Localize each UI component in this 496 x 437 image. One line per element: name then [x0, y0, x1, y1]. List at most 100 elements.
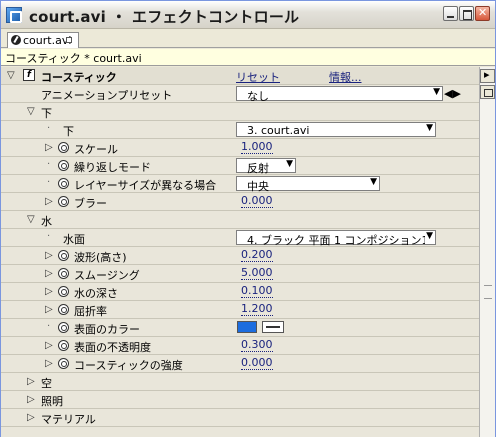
- app-icon: [6, 7, 22, 23]
- water-surface-value: 4. ブラック 平面 1 コンポジション1: [247, 234, 425, 247]
- bullet-icon: ·: [47, 123, 51, 134]
- reset-link[interactable]: リセット: [236, 69, 280, 85]
- group-lighting-row[interactable]: 照明: [1, 391, 479, 409]
- scale-row: スケール 1.000: [1, 139, 479, 157]
- group-lighting-label: 照明: [41, 395, 63, 408]
- stopwatch-icon[interactable]: [58, 250, 69, 261]
- expand-effect-twirl-icon[interactable]: [7, 70, 15, 81]
- stopwatch-icon[interactable]: [58, 322, 69, 333]
- expand-blur-twirl-icon[interactable]: [45, 196, 53, 207]
- blur-row: ブラー 0.000: [1, 193, 479, 211]
- repeat-mode-dropdown[interactable]: 反射 ▼: [236, 158, 296, 175]
- stopwatch-icon[interactable]: [58, 304, 69, 315]
- tab-label: court.avi: [23, 34, 72, 47]
- maximize-button[interactable]: [459, 6, 474, 21]
- caustics-strength-value[interactable]: 0.000: [241, 357, 273, 370]
- expand-bottom-twirl-icon[interactable]: [27, 106, 35, 117]
- surface-opacity-value[interactable]: 0.300: [241, 339, 273, 352]
- stopwatch-icon[interactable]: [58, 286, 69, 297]
- panel-options-icon[interactable]: [480, 85, 495, 99]
- refraction-value[interactable]: 1.200: [241, 303, 273, 316]
- tab-menu-icon[interactable]: [66, 37, 72, 43]
- bottom-source-value: 3. court.avi: [247, 124, 310, 137]
- repeat-mode-value: 反射: [247, 162, 269, 175]
- preset-value: なし: [247, 90, 269, 103]
- eyedropper-icon[interactable]: [262, 321, 284, 333]
- stopwatch-icon[interactable]: [58, 196, 69, 207]
- expand-lighting-twirl-icon[interactable]: [27, 394, 35, 405]
- group-bottom-row[interactable]: 下: [1, 103, 479, 121]
- close-icon: ✕: [478, 6, 488, 19]
- expand-material-twirl-icon[interactable]: [27, 412, 35, 423]
- blur-label: ブラー: [74, 197, 107, 210]
- group-sky-row[interactable]: 空: [1, 373, 479, 391]
- effect-name: コースティック: [41, 71, 117, 84]
- blur-value[interactable]: 0.000: [241, 195, 273, 208]
- about-link[interactable]: 情報...: [329, 69, 362, 85]
- stopwatch-icon[interactable]: [58, 160, 69, 171]
- chevron-down-icon: ▼: [370, 177, 377, 187]
- vertical-scrollbar[interactable]: [479, 67, 495, 437]
- group-water-row[interactable]: 水: [1, 211, 479, 229]
- tab-row: court.avi: [1, 30, 495, 48]
- window-title: court.avi ・ エフェクトコントロール: [29, 8, 300, 26]
- effect-property-list: f コースティック リセット 情報... アニメーションプリセット なし ▼ ◀…: [1, 67, 479, 437]
- wave-height-label: 波形(高さ): [74, 251, 127, 264]
- smoothing-row: スムージング 5.000: [1, 265, 479, 283]
- stopwatch-icon[interactable]: [58, 142, 69, 153]
- bullet-icon: ·: [47, 231, 51, 242]
- water-depth-row: 水の深さ 0.100: [1, 283, 479, 301]
- effect-header-row[interactable]: f コースティック リセット 情報...: [1, 67, 479, 85]
- chevron-down-icon: ▼: [433, 87, 440, 97]
- expand-opacity-twirl-icon[interactable]: [45, 340, 53, 351]
- group-water-label: 水: [41, 215, 52, 228]
- effect-tab-icon: [11, 35, 21, 45]
- water-surface-dropdown[interactable]: 4. ブラック 平面 1 コンポジション1 ▼: [236, 230, 436, 247]
- expand-water-twirl-icon[interactable]: [27, 214, 35, 225]
- preset-label: アニメーションプリセット: [41, 89, 173, 102]
- bullet-icon: ·: [47, 321, 51, 332]
- stopwatch-icon[interactable]: [58, 268, 69, 279]
- panel-menu-icon[interactable]: [480, 68, 495, 83]
- water-surface-row: · 水面 4. ブラック 平面 1 コンポジション1 ▼: [1, 229, 479, 247]
- scale-value[interactable]: 1.000: [241, 141, 273, 154]
- bullet-icon: ·: [47, 159, 51, 170]
- expand-sky-twirl-icon[interactable]: [27, 376, 35, 387]
- wave-height-value[interactable]: 0.200: [241, 249, 273, 262]
- surface-opacity-label: 表面の不透明度: [74, 341, 151, 354]
- preset-dropdown[interactable]: なし ▼: [236, 86, 443, 103]
- expand-refraction-twirl-icon[interactable]: [45, 304, 53, 315]
- refraction-label: 屈折率: [74, 305, 107, 318]
- title-bar[interactable]: court.avi ・ エフェクトコントロール ✕: [1, 1, 495, 29]
- minimize-button[interactable]: [443, 6, 458, 21]
- expand-smoothing-twirl-icon[interactable]: [45, 268, 53, 279]
- stopwatch-icon[interactable]: [58, 358, 69, 369]
- group-sky-label: 空: [41, 377, 52, 390]
- caustics-strength-row: コースティックの強度 0.000: [1, 355, 479, 373]
- caustics-strength-label: コースティックの強度: [74, 359, 183, 372]
- scale-label: スケール: [74, 143, 118, 156]
- water-depth-value[interactable]: 0.100: [241, 285, 273, 298]
- stopwatch-icon[interactable]: [58, 340, 69, 351]
- expand-wave-twirl-icon[interactable]: [45, 250, 53, 261]
- close-button[interactable]: ✕: [475, 6, 490, 21]
- fx-toggle-icon[interactable]: f: [23, 69, 35, 81]
- layer-size-dropdown[interactable]: 中央 ▼: [236, 176, 380, 193]
- chevron-down-icon: ▼: [426, 231, 433, 241]
- expand-depth-twirl-icon[interactable]: [45, 286, 53, 297]
- smoothing-value[interactable]: 5.000: [241, 267, 273, 280]
- water-depth-label: 水の深さ: [74, 287, 118, 300]
- refraction-row: 屈折率 1.200: [1, 301, 479, 319]
- surface-color-swatch[interactable]: [237, 321, 257, 333]
- preset-nav-arrows-icon[interactable]: ◀▶: [444, 87, 461, 100]
- group-material-label: マテリアル: [41, 413, 96, 426]
- stopwatch-icon[interactable]: [58, 178, 69, 189]
- surface-opacity-row: 表面の不透明度 0.300: [1, 337, 479, 355]
- expand-scale-twirl-icon[interactable]: [45, 142, 53, 153]
- bottom-source-dropdown[interactable]: 3. court.avi ▼: [236, 122, 436, 137]
- expand-caustics-twirl-icon[interactable]: [45, 358, 53, 369]
- tab-court-avi[interactable]: court.avi: [7, 32, 79, 48]
- resize-grip-icon[interactable]: [484, 285, 492, 299]
- chevron-down-icon: ▼: [426, 123, 433, 133]
- group-material-row[interactable]: マテリアル: [1, 409, 479, 427]
